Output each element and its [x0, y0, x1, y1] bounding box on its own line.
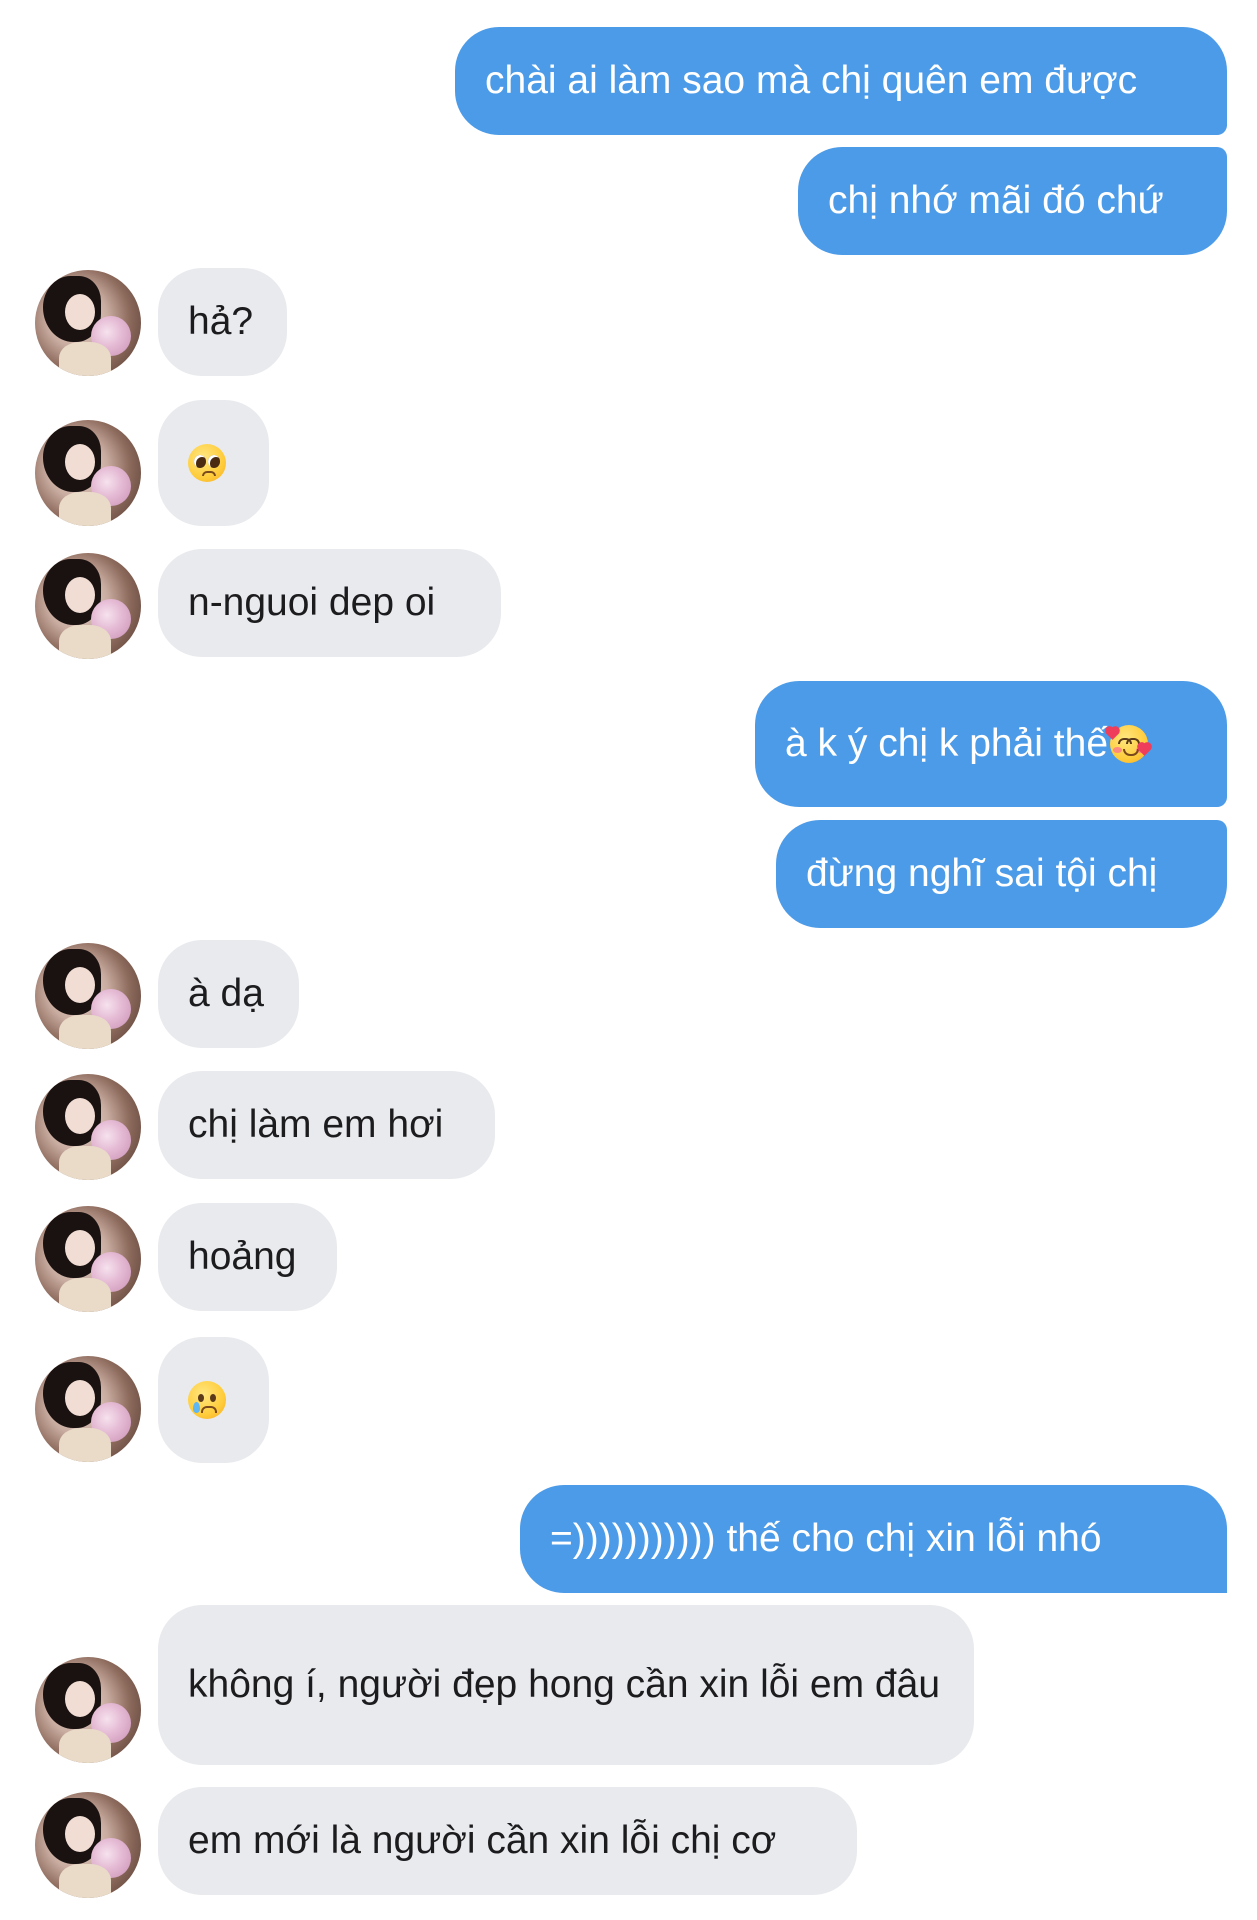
sent-message-bubble[interactable]: =))))))))))) thế cho chị xin lỗi nhó	[520, 1485, 1227, 1593]
received-message-bubble[interactable]: em mới là người cần xin lỗi chị cơ	[158, 1787, 857, 1895]
contact-avatar[interactable]	[35, 553, 141, 659]
received-message-bubble[interactable]	[158, 400, 269, 526]
contact-avatar[interactable]	[35, 943, 141, 1049]
message-text: hả?	[188, 300, 254, 343]
crying-face-emoji-icon	[188, 1381, 226, 1419]
message-text: em mới là người cần xin lỗi chị cơ	[188, 1819, 777, 1862]
contact-avatar[interactable]	[35, 1792, 141, 1898]
sent-message-bubble[interactable]: đừng nghĩ sai tội chị	[776, 820, 1227, 928]
message-text: chị nhớ mãi đó chứ	[828, 179, 1164, 222]
contact-avatar[interactable]	[35, 1657, 141, 1763]
message-text: đừng nghĩ sai tội chị	[806, 852, 1158, 895]
contact-avatar[interactable]	[35, 1206, 141, 1312]
pleading-face-emoji-icon	[188, 444, 226, 482]
contact-avatar[interactable]	[35, 420, 141, 526]
received-message-bubble[interactable]: hoảng	[158, 1203, 337, 1311]
received-message-bubble[interactable]: không í, người đẹp hong cần xin lỗi em đ…	[158, 1605, 974, 1765]
received-message-bubble[interactable]: à dạ	[158, 940, 299, 1048]
message-text: không í, người đẹp hong cần xin lỗi em đ…	[188, 1663, 941, 1706]
message-text: =))))))))))) thế cho chị xin lỗi nhó	[550, 1517, 1102, 1560]
received-message-bubble[interactable]: n-nguoi dep oi	[158, 549, 501, 657]
received-message-bubble[interactable]: chị làm em hơi	[158, 1071, 495, 1179]
sent-message-bubble[interactable]: chài ai làm sao mà chị quên em được	[455, 27, 1227, 135]
received-message-bubble[interactable]: hả?	[158, 268, 287, 376]
message-text: à k ý chị k phải thế	[785, 722, 1109, 765]
smiling-face-with-hearts-emoji-icon	[1106, 725, 1151, 763]
contact-avatar[interactable]	[35, 270, 141, 376]
chat-thread: chài ai làm sao mà chị quên em được chị …	[0, 0, 1257, 1920]
sent-message-bubble[interactable]: chị nhớ mãi đó chứ	[798, 147, 1227, 255]
message-text: chài ai làm sao mà chị quên em được	[485, 59, 1138, 102]
contact-avatar[interactable]	[35, 1356, 141, 1462]
message-text: chị làm em hơi	[188, 1103, 444, 1146]
message-text: n-nguoi dep oi	[188, 581, 436, 624]
message-text: à dạ	[188, 972, 264, 1015]
sent-message-bubble[interactable]: à k ý chị k phải thế	[755, 681, 1227, 807]
contact-avatar[interactable]	[35, 1074, 141, 1180]
message-text: hoảng	[188, 1235, 297, 1278]
received-message-bubble[interactable]	[158, 1337, 269, 1463]
